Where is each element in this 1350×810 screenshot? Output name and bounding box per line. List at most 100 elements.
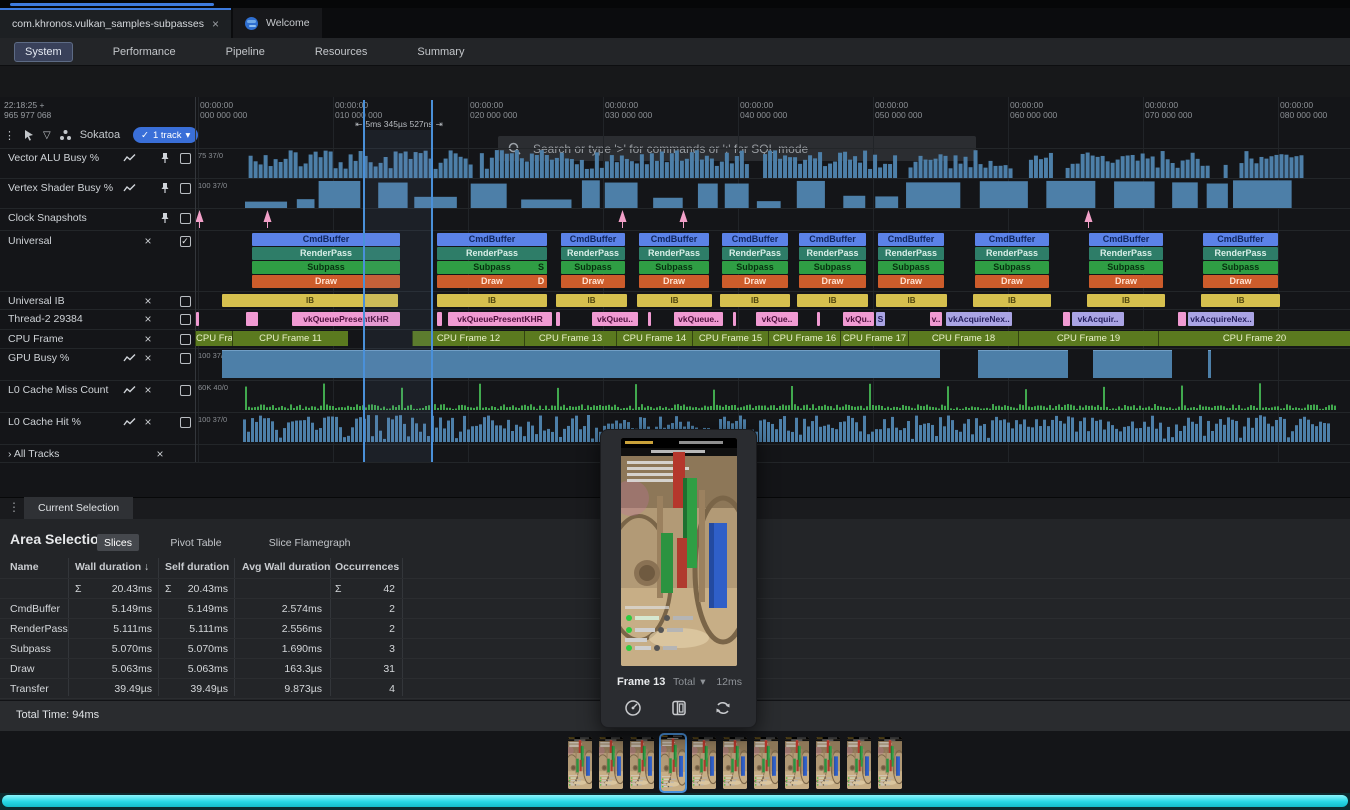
slice-cpu-frame[interactable]: CPU Frame 20 [1158, 331, 1350, 346]
selection-region[interactable] [364, 130, 432, 462]
slice-thread[interactable] [648, 312, 651, 326]
slice-thread[interactable]: vkAcquireNex.. [1188, 312, 1254, 326]
slice-draw[interactable]: Draw [799, 275, 866, 288]
welcome-tab[interactable]: Welcome [233, 8, 322, 38]
slice-draw[interactable]: Draw [1203, 275, 1278, 288]
slice-thread[interactable]: S [876, 312, 885, 326]
gpu-busy-block[interactable] [1093, 350, 1172, 378]
slice-renderpass[interactable]: RenderPass [561, 247, 625, 260]
slice-cmdbuffer[interactable]: CmdBuffer [878, 233, 944, 246]
remove-track-icon[interactable]: × [153, 447, 167, 461]
track-checkbox[interactable] [178, 353, 192, 364]
track-checkbox[interactable] [178, 417, 192, 428]
slice-ib[interactable]: IB [876, 294, 947, 307]
slice-subpass[interactable]: Subpass [1089, 261, 1163, 274]
slice-thread[interactable] [196, 312, 199, 326]
slice-cpu-frame[interactable]: CPU Frame 13 [524, 331, 616, 346]
slice-renderpass[interactable]: RenderPass [975, 247, 1049, 260]
frame-thumbnail[interactable] [785, 737, 809, 789]
remove-track-icon[interactable]: × [141, 234, 155, 248]
selection-line-start[interactable] [363, 100, 365, 462]
chart-line-icon[interactable] [122, 385, 136, 395]
nav-item-performance[interactable]: Performance [103, 43, 186, 61]
frame-thumbnail[interactable] [847, 737, 871, 789]
remove-track-icon[interactable]: × [141, 332, 155, 346]
chart-line-icon[interactable] [122, 353, 136, 363]
slice-cpu-frame[interactable]: CPU Frame 19 [1018, 331, 1158, 346]
gauge-icon[interactable] [623, 698, 643, 718]
slice-ib[interactable]: IB [797, 294, 868, 307]
tab-slices[interactable]: Slices [97, 534, 139, 551]
slice-subpass[interactable]: Subpass [561, 261, 625, 274]
slice-thread[interactable] [556, 312, 560, 326]
clock-snapshot-marker[interactable] [1084, 210, 1093, 228]
slice-draw[interactable]: Draw [722, 275, 788, 288]
track-filter-pill[interactable]: ✓ 1 track ▾ [133, 127, 198, 143]
slice-draw[interactable]: Draw [437, 275, 547, 288]
slice-cmdbuffer[interactable]: CmdBuffer [561, 233, 625, 246]
clock-snapshot-marker[interactable] [263, 210, 272, 228]
slice-ib[interactable]: IB [1087, 294, 1165, 307]
tab-slice-flamegraph[interactable]: Slice Flamegraph [262, 534, 358, 551]
slice-renderpass[interactable]: RenderPass [437, 247, 547, 260]
slice-ib[interactable]: IB [556, 294, 627, 307]
close-icon[interactable]: × [212, 17, 219, 31]
pin-icon[interactable] [158, 182, 172, 194]
slice-thread[interactable] [733, 312, 736, 326]
slice-draw[interactable]: Draw [878, 275, 944, 288]
nav-item-summary[interactable]: Summary [407, 43, 474, 61]
slice-truncated[interactable]: D [535, 275, 547, 288]
track-checkbox[interactable] [178, 334, 192, 345]
frame-thumbnail[interactable] [723, 737, 747, 789]
slice-ib[interactable]: IB [1201, 294, 1280, 307]
slice-ib[interactable]: IB [637, 294, 712, 307]
remove-track-icon[interactable]: × [141, 415, 155, 429]
gpu-busy-block[interactable] [1208, 350, 1211, 378]
clock-snapshot-marker[interactable] [679, 210, 688, 228]
slice-cmdbuffer[interactable]: CmdBuffer [975, 233, 1049, 246]
slice-subpass[interactable]: Subpass [975, 261, 1049, 274]
pin-icon[interactable] [158, 152, 172, 164]
remove-track-icon[interactable]: × [141, 383, 155, 397]
slice-subpass[interactable]: Subpass [878, 261, 944, 274]
nav-item-pipeline[interactable]: Pipeline [216, 43, 275, 61]
clock-snapshot-marker[interactable] [618, 210, 627, 228]
slice-thread[interactable]: vkQueu.. [592, 312, 638, 326]
slice-subpass[interactable]: Subpass [799, 261, 866, 274]
track-checkbox[interactable] [178, 183, 192, 194]
frame-thumbnail[interactable] [816, 737, 840, 789]
slice-thread[interactable]: vkAcquir.. [1072, 312, 1124, 326]
slice-thread[interactable]: vkQueue.. [674, 312, 723, 326]
frame-thumbnail[interactable] [754, 737, 778, 789]
slice-renderpass[interactable]: RenderPass [1089, 247, 1163, 260]
slice-cmdbuffer[interactable]: CmdBuffer [799, 233, 866, 246]
track-checkbox-checked[interactable]: ✓ [178, 236, 192, 247]
selection-line-end[interactable] [431, 100, 433, 462]
select-arrow-icon[interactable] [23, 129, 35, 141]
track-checkbox[interactable] [178, 296, 192, 307]
frame-mode-dropdown[interactable]: Total▾ [673, 676, 705, 688]
clock-snapshot-marker[interactable] [195, 210, 204, 228]
slice-cmdbuffer[interactable]: CmdBuffer [722, 233, 788, 246]
slice-subpass[interactable]: Subpass [1203, 261, 1278, 274]
slice-draw[interactable]: Draw [561, 275, 625, 288]
slice-truncated[interactable]: S [535, 261, 547, 274]
slice-ib[interactable]: IB [973, 294, 1051, 307]
frame-thumbnail[interactable] [568, 737, 592, 789]
remove-track-icon[interactable]: × [141, 312, 155, 326]
chart-line-icon[interactable] [122, 417, 136, 427]
pin-icon[interactable] [158, 212, 172, 224]
track-checkbox[interactable] [178, 385, 192, 396]
slice-renderpass[interactable]: RenderPass [1203, 247, 1278, 260]
slice-thread[interactable]: vkQue.. [756, 312, 798, 326]
kebab-icon[interactable]: ⋮ [4, 129, 15, 142]
track-checkbox[interactable] [178, 314, 192, 325]
slice-ib[interactable]: IB [437, 294, 547, 307]
slice-cpu-frame[interactable]: CPU Frame 18 [908, 331, 1018, 346]
slice-cpu-frame[interactable]: CPU Frame 17 [840, 331, 908, 346]
filter-icon[interactable]: ▽ [43, 130, 51, 141]
slice-thread[interactable] [437, 312, 442, 326]
track-checkbox[interactable] [178, 153, 192, 164]
remove-track-icon[interactable]: × [141, 294, 155, 308]
slice-cpu-frame[interactable]: CPU Frame 15 [692, 331, 768, 346]
